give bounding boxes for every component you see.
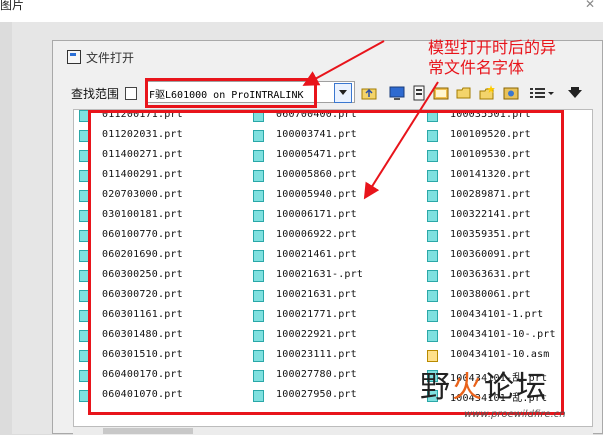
arrow-to-location xyxy=(302,40,385,86)
watermark-title-part3: 论坛 xyxy=(484,370,548,405)
arrow-to-file-list xyxy=(363,81,439,200)
watermark-logo: 野火论坛 www.proewildfire.cn xyxy=(420,362,600,422)
watermark-url: www.proewildfire.cn xyxy=(464,409,566,420)
watermark-title-part1: 野 xyxy=(420,370,452,405)
watermark-title-part2: 火 xyxy=(452,370,484,405)
watermark-title: 野火论坛 xyxy=(420,362,548,406)
annotation-text: 模型打开时后的异常文件名字体 xyxy=(428,38,557,77)
